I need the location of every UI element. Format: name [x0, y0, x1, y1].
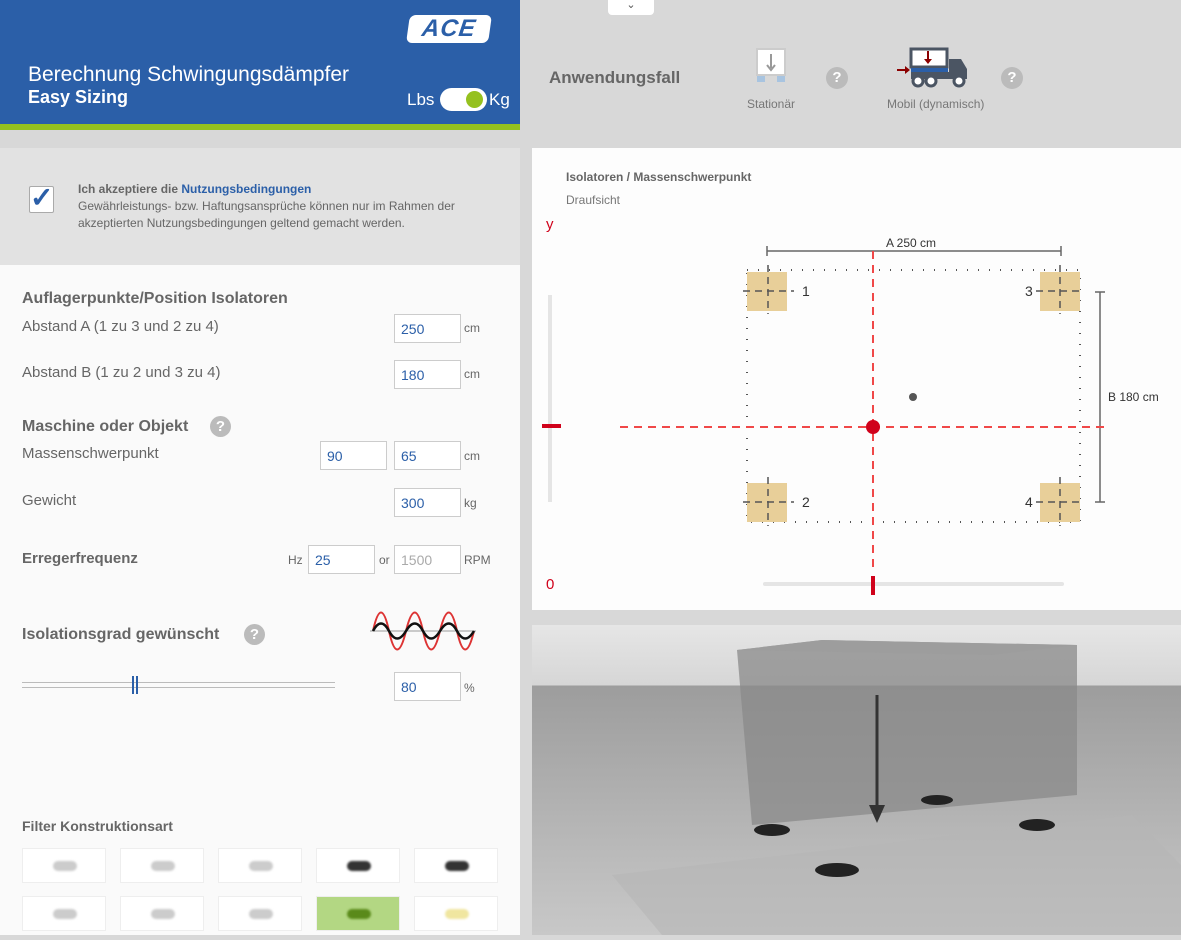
top-view-diagram: A 250 cm B 180 cm 1 2 3 4 — [542, 236, 1159, 595]
stationary-option[interactable] — [748, 48, 792, 88]
terms-link[interactable]: Nutzungsbedingungen — [181, 182, 311, 196]
y-slider-track — [548, 295, 552, 502]
terms-body: Gewährleistungs- bzw. Haftungsansprüche … — [78, 199, 455, 230]
abstand-a-input[interactable]: 250 — [394, 314, 461, 343]
collapse-chevron-button[interactable]: ⌄ — [608, 0, 654, 15]
x-slider-handle — [871, 576, 875, 595]
isolation-input[interactable]: 80 — [394, 672, 461, 701]
abstand-a-unit: cm — [464, 321, 480, 335]
3d-box-render — [612, 640, 1181, 935]
geometric-center-dot — [909, 393, 917, 401]
mobile-label: Mobil (dynamisch) — [887, 97, 985, 111]
unit-lbs-label: Lbs — [407, 90, 435, 109]
filter-tile[interactable] — [22, 848, 106, 883]
help-icon[interactable]: ? — [244, 624, 265, 645]
isolator-label: 3 — [1025, 283, 1033, 299]
truck-icon — [897, 47, 967, 88]
hz-input[interactable]: 25 — [308, 545, 375, 574]
help-icon[interactable]: ? — [1001, 67, 1023, 89]
3d-preview — [532, 625, 1181, 935]
filter-label: Filter Konstruktionsart — [22, 818, 173, 834]
abstand-a-label: Abstand A (1 zu 3 und 2 zu 4) — [22, 318, 219, 335]
filter-tile[interactable] — [218, 896, 302, 931]
or-label: or — [379, 553, 390, 567]
isolator-label: 2 — [802, 494, 810, 510]
isolator-product-icon — [53, 861, 77, 871]
schwerpunkt-x-input[interactable]: 90 — [320, 441, 387, 470]
unit-kg-label: Kg — [489, 90, 510, 109]
app-subtitle: Easy Sizing — [28, 87, 129, 107]
terms-prefix: Ich akzeptiere die — [78, 182, 182, 196]
abstand-b-unit: cm — [464, 367, 480, 381]
abstand-b-input[interactable]: 180 — [394, 360, 461, 389]
section-isolator-position: Auflagerpunkte/Position Isolatoren — [22, 290, 288, 307]
isolator-label: 4 — [1025, 494, 1033, 510]
isolator-product-icon — [445, 909, 469, 919]
section-machine: Maschine oder Objekt — [22, 418, 189, 435]
isolator-product-icon — [151, 861, 175, 871]
filter-tile[interactable] — [218, 848, 302, 883]
mobile-option[interactable] — [897, 47, 987, 94]
unit-toggle[interactable] — [440, 88, 487, 111]
isolator-product-icon — [347, 909, 371, 919]
dim-a-label: A 250 cm — [886, 236, 936, 250]
isolator-product-icon — [151, 909, 175, 919]
hz-unit: Hz — [288, 553, 303, 567]
schwerpunkt-unit: cm — [464, 449, 480, 463]
y-slider-handle — [542, 424, 561, 428]
isolation-slider[interactable] — [22, 682, 335, 688]
filter-tile[interactable] — [414, 896, 498, 931]
filter-tile[interactable] — [120, 848, 204, 883]
erreger-label: Erregerfrequenz — [22, 550, 138, 567]
stationary-label: Stationär — [747, 97, 796, 111]
app-title: Berechnung Schwingungsdämpfer — [28, 63, 350, 86]
isolator-product-icon — [347, 861, 371, 871]
rpm-input[interactable]: 1500 — [394, 545, 461, 574]
isolator-product-icon — [249, 909, 273, 919]
filter-tile[interactable] — [316, 848, 400, 883]
abstand-b-label: Abstand B (1 zu 2 und 3 zu 4) — [22, 364, 221, 381]
help-icon[interactable]: ? — [826, 67, 848, 89]
gewicht-label: Gewicht — [22, 492, 77, 509]
filter-tile[interactable] — [22, 896, 106, 931]
help-icon[interactable]: ? — [210, 416, 231, 437]
schwerpunkt-y-input[interactable]: 65 — [394, 441, 461, 470]
gewicht-input[interactable]: 300 — [394, 488, 461, 517]
x-slider-track — [763, 582, 1064, 586]
diagram-card: Isolatoren / Massenschwerpunkt Draufsich… — [532, 148, 1181, 610]
ace-logo: ACE — [406, 15, 492, 43]
filter-tile[interactable] — [316, 896, 400, 931]
mass-center-marker — [866, 420, 880, 434]
anwendungsfall-label: Anwendungsfall — [549, 68, 681, 87]
isolation-unit: % — [464, 681, 475, 695]
dim-b-label: B 180 cm — [1108, 390, 1159, 404]
isolator-product-icon — [53, 909, 77, 919]
isolator-product-icon — [445, 861, 469, 871]
filter-tile[interactable] — [414, 848, 498, 883]
terms-text: Ich akzeptiere die Nutzungsbedingungen Ge… — [78, 181, 498, 232]
isolator-product-icon — [249, 861, 273, 871]
isolation-slider-handle[interactable] — [131, 676, 138, 694]
isolator-label: 1 — [802, 283, 810, 299]
gewicht-unit: kg — [464, 496, 477, 510]
isolation-label: Isolationsgrad gewünscht — [22, 626, 220, 643]
stationary-icon — [756, 48, 786, 82]
terms-checkbox[interactable]: ✓ — [29, 184, 54, 213]
rpm-unit: RPM — [464, 553, 491, 567]
sine-wave-icon — [370, 611, 476, 651]
schwerpunkt-label: Massenschwerpunkt — [22, 445, 159, 462]
filter-tile[interactable] — [120, 896, 204, 931]
toggle-knob — [466, 91, 483, 108]
